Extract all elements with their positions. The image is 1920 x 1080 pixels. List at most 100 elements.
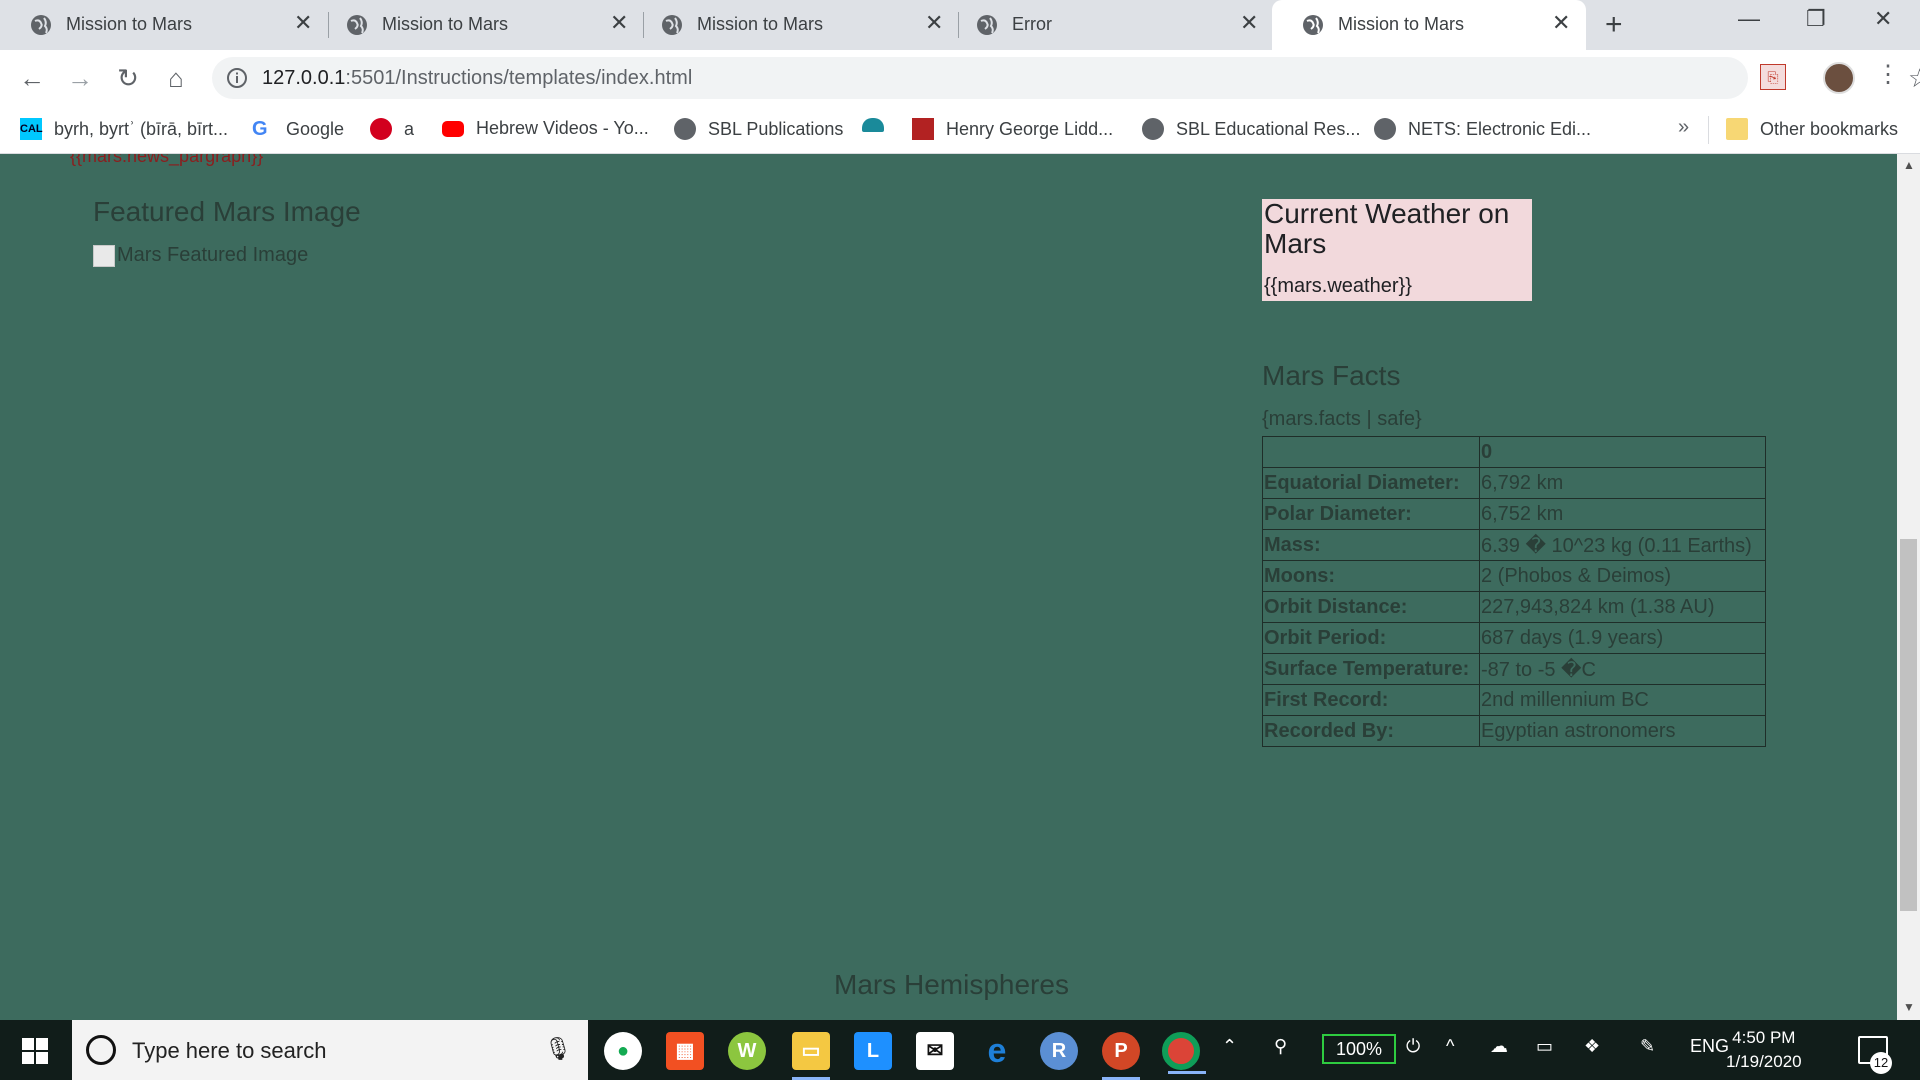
tab-title: Mission to Mars xyxy=(382,14,509,34)
dropbox-icon[interactable]: ❖ xyxy=(1584,1036,1600,1057)
pen-icon[interactable]: ✎ xyxy=(1640,1036,1655,1057)
file-explorer-icon[interactable]: ▭ xyxy=(792,1032,830,1080)
menu-dots-icon[interactable]: ⋮ xyxy=(1876,60,1900,89)
reload-icon[interactable]: ↻ xyxy=(110,60,146,96)
close-window-icon[interactable]: ✕ xyxy=(1874,6,1892,32)
bookmark-label: NETS: Electronic Edi... xyxy=(1408,118,1592,139)
close-icon[interactable]: ✕ xyxy=(610,10,628,36)
clock-time: 4:50 PM xyxy=(1732,1028,1796,1047)
globe-icon xyxy=(674,118,696,140)
battery-indicator[interactable]: 100% xyxy=(1322,1034,1396,1064)
w-app-icon[interactable]: W xyxy=(728,1032,766,1070)
bookmark-label: Google xyxy=(286,118,345,139)
bookmark-nets[interactable]: NETS: Electronic Edi... xyxy=(1374,118,1591,140)
bookmark-liddell[interactable]: Henry George Lidd... xyxy=(912,118,1113,140)
tab-1[interactable]: Mission to Mars ✕ xyxy=(0,0,320,50)
fact-value: 6,792 km xyxy=(1479,467,1766,499)
powerpoint-app-icon[interactable]: P xyxy=(1102,1032,1140,1080)
tab-title: Mission to Mars xyxy=(66,14,193,34)
onedrive-icon[interactable]: ☁ xyxy=(1490,1036,1508,1057)
cortana-icon xyxy=(86,1035,116,1065)
globe-icon xyxy=(1142,118,1164,140)
page-scrollbar[interactable]: ▲ ▼ xyxy=(1897,154,1920,1020)
close-icon[interactable]: ✕ xyxy=(1552,10,1570,36)
people-icon[interactable]: ⚲ xyxy=(1274,1036,1287,1057)
taskbar-scroll-icon[interactable]: ⌃ xyxy=(1222,1036,1237,1057)
back-arrow-icon[interactable]: ← xyxy=(14,60,50,96)
store-app-icon[interactable]: ▦ xyxy=(666,1032,704,1070)
table-row: Recorded By: Egyptian astronomers xyxy=(1262,715,1766,747)
home-icon[interactable]: ⌂ xyxy=(158,60,194,96)
bookmark-sbl-publications[interactable]: SBL Publications xyxy=(674,118,843,140)
fact-label: First Record: xyxy=(1262,684,1480,716)
fact-value: -87 to -5 �C xyxy=(1479,653,1766,685)
close-icon[interactable]: ✕ xyxy=(1240,10,1258,36)
scroll-thumb[interactable] xyxy=(1900,539,1917,911)
scroll-up-arrow-icon[interactable]: ▲ xyxy=(1903,158,1915,172)
tab-3[interactable]: Mission to Mars ✕ xyxy=(631,0,951,50)
bookmark-sbl-educational[interactable]: SBL Educational Res... xyxy=(1142,118,1360,140)
globe-icon xyxy=(662,15,682,35)
mail-app-icon[interactable]: ✉ xyxy=(916,1032,954,1070)
table-row: Surface Temperature: -87 to -5 �C xyxy=(1262,653,1766,685)
table-column-header: 0 xyxy=(1479,436,1766,468)
table-row: Equatorial Diameter: 6,792 km xyxy=(1262,467,1766,499)
new-tab-button[interactable]: + xyxy=(1605,8,1623,42)
tab-title: Error xyxy=(1012,14,1052,34)
bookmark-youtube[interactable]: Hebrew Videos - Yo... xyxy=(442,118,649,139)
tab-4[interactable]: Error ✕ xyxy=(946,0,1266,50)
fact-value: 227,943,824 km (1.38 AU) xyxy=(1479,591,1766,623)
l-app-icon[interactable]: L xyxy=(854,1032,892,1070)
taskbar-search[interactable]: Type here to search 🎙 xyxy=(72,1020,588,1080)
url-host: 127.0.0.1 xyxy=(262,67,346,89)
scroll-down-arrow-icon[interactable]: ▼ xyxy=(1903,1000,1915,1014)
windows-start-icon[interactable] xyxy=(22,1038,48,1064)
pdf-extension-icon[interactable]: ⎘ xyxy=(1760,64,1786,90)
globe-icon xyxy=(31,15,51,35)
cloud-icon xyxy=(862,118,884,132)
facts-title: Mars Facts xyxy=(1262,360,1401,391)
google-icon: G xyxy=(252,118,268,140)
chrome-app-icon[interactable] xyxy=(1162,1032,1206,1074)
clock[interactable]: 4:50 PM 1/19/2020 xyxy=(1726,1026,1802,1074)
info-icon[interactable] xyxy=(226,67,248,89)
chevron-up-icon[interactable]: ^ xyxy=(1446,1036,1454,1057)
fact-label: Surface Temperature: xyxy=(1262,653,1480,685)
restore-icon[interactable]: ❐ xyxy=(1806,6,1826,32)
bookmark-separator xyxy=(1708,116,1709,144)
hemispheres-title: Mars Hemispheres xyxy=(834,969,1069,1000)
r-app-icon[interactable]: R xyxy=(1040,1032,1078,1070)
microphone-icon[interactable]: 🎙 xyxy=(544,1036,572,1062)
bookmark-label: SBL Educational Res... xyxy=(1176,118,1361,139)
bookmark-cloud[interactable] xyxy=(862,118,896,132)
edge-app-icon[interactable]: e xyxy=(978,1032,1016,1070)
bookmarks-overflow-chevron[interactable]: » xyxy=(1678,116,1689,139)
close-icon[interactable]: ✕ xyxy=(925,10,943,36)
url-path: :5501/Instructions/templates/index.html xyxy=(345,67,693,89)
globe-icon xyxy=(347,15,367,35)
profile-avatar[interactable] xyxy=(1823,62,1855,94)
bookmark-label: Hebrew Videos - Yo... xyxy=(476,118,649,138)
bookmark-ask[interactable]: a xyxy=(370,118,414,140)
tab-2[interactable]: Mission to Mars ✕ xyxy=(316,0,636,50)
mongodb-app-icon[interactable]: ● xyxy=(604,1032,642,1070)
language-indicator[interactable]: ENG xyxy=(1690,1036,1729,1057)
minimize-icon[interactable]: — xyxy=(1738,6,1760,32)
fact-value: 687 days (1.9 years) xyxy=(1479,622,1766,654)
battery-icon[interactable]: ▭ xyxy=(1536,1036,1553,1057)
bookmark-cal[interactable]: CAL byrh, byrtʾ (bīrā, bīrt... xyxy=(20,118,228,140)
address-bar[interactable]: 127.0.0.1:5501/Instructions/templates/in… xyxy=(212,57,1920,99)
forward-arrow-icon[interactable]: → xyxy=(62,60,98,96)
bookmark-other[interactable]: Other bookmarks xyxy=(1726,118,1898,140)
table-corner-cell xyxy=(1262,436,1480,468)
cal-icon: CAL xyxy=(20,118,43,140)
folder-icon xyxy=(1726,118,1748,140)
close-icon[interactable]: ✕ xyxy=(294,10,312,36)
table-row: Polar Diameter: 6,752 km xyxy=(1262,498,1766,530)
globe-icon xyxy=(977,15,997,35)
fact-label: Orbit Distance: xyxy=(1262,591,1480,623)
tab-5-active[interactable]: Mission to Mars ✕ xyxy=(1272,0,1586,50)
bookmark-google[interactable]: G Google xyxy=(252,118,344,140)
page-content: {{mars.news_pargraph}} Featured Mars Ima… xyxy=(0,154,1897,1020)
bookmark-star-icon[interactable]: ☆ xyxy=(1908,63,1920,94)
